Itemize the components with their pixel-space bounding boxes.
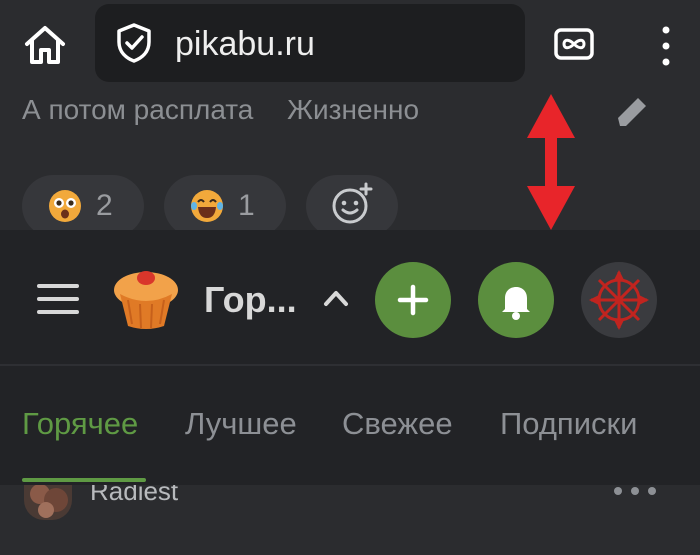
tag[interactable]: Жизненно: [287, 94, 419, 125]
tab-hot[interactable]: Горячее: [22, 404, 138, 444]
notifications-button[interactable]: [478, 262, 554, 338]
url-text[interactable]: pikabu.ru: [175, 24, 315, 64]
tag[interactable]: А потом расплата: [22, 94, 253, 125]
double-arrow-annotation-icon: [523, 92, 579, 232]
laughing-tears-face-icon: [190, 189, 224, 223]
shocked-face-icon: [48, 189, 82, 223]
more-horizontal-icon[interactable]: [612, 484, 658, 498]
pikabu-logo-icon[interactable]: [110, 264, 182, 332]
plus-icon: [397, 284, 429, 316]
post-tags: А потом расплата Жизненно: [22, 92, 445, 132]
divider: [0, 364, 700, 366]
home-icon[interactable]: [22, 22, 68, 68]
reaction-button[interactable]: 2: [22, 175, 144, 237]
add-reaction-button[interactable]: [306, 175, 398, 237]
section-title[interactable]: Гор...: [204, 280, 297, 320]
add-post-button[interactable]: [375, 262, 451, 338]
pencil-icon[interactable]: [612, 92, 652, 128]
chevron-up-icon[interactable]: [322, 286, 350, 310]
active-tab-indicator: [22, 478, 146, 482]
reaction-button[interactable]: 1: [164, 175, 286, 237]
reaction-count: 1: [238, 189, 255, 222]
bell-icon: [502, 287, 530, 320]
shield-check-icon[interactable]: [115, 22, 153, 64]
hamburger-menu-icon[interactable]: [37, 282, 79, 316]
reaction-count: 2: [96, 189, 113, 222]
user-avatar[interactable]: [581, 262, 657, 338]
tab-subscriptions[interactable]: Подписки: [500, 404, 637, 444]
tab-fresh[interactable]: Свежее: [342, 404, 453, 444]
add-reaction-icon: [329, 181, 375, 232]
more-vertical-icon[interactable]: [656, 24, 676, 68]
tab-best[interactable]: Лучшее: [185, 404, 297, 444]
tab-switcher-icon[interactable]: [552, 24, 596, 64]
